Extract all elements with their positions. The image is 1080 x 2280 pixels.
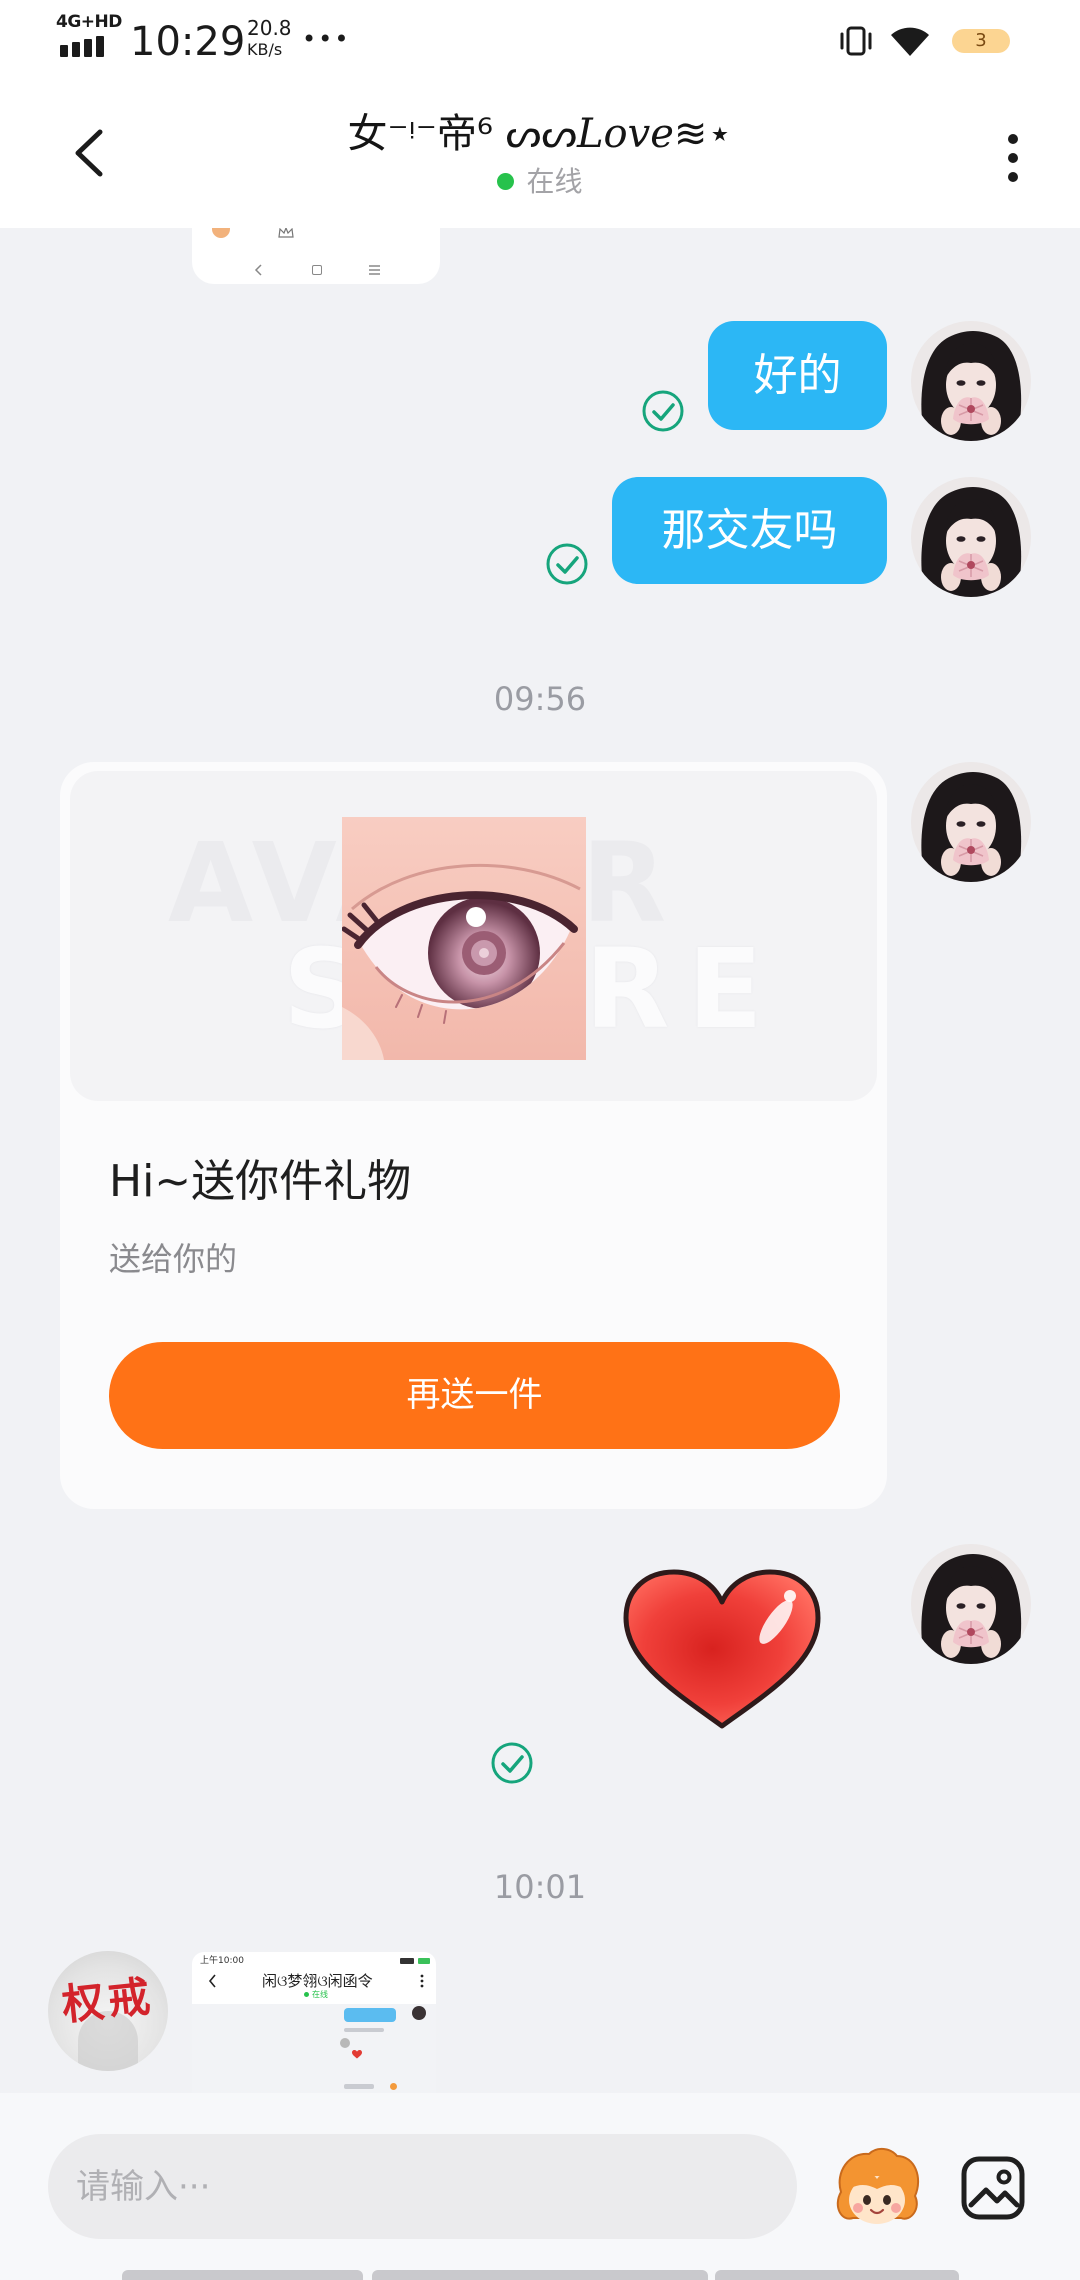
signal-icon xyxy=(60,35,106,57)
top-bar: 4G+HD 10:29 20.8 KB/s ••• 3 女⁻ᵎ⁻帝⁶ ᔕᔕLov… xyxy=(0,0,1080,228)
status-time: 10:29 xyxy=(130,19,246,65)
battery-icon: 3 xyxy=(952,29,1010,53)
preview-avatar xyxy=(412,2006,426,2020)
more-notifications: ••• xyxy=(302,25,351,53)
contact-avatar[interactable]: 权戒 xyxy=(48,1951,168,2071)
message-timestamp: 09:56 xyxy=(493,680,587,718)
menu-nav-icon xyxy=(369,265,380,275)
my-avatar[interactable] xyxy=(911,477,1031,597)
message-input-field[interactable] xyxy=(48,2134,797,2239)
home-nav-icon xyxy=(312,265,322,275)
image-message-partial[interactable] xyxy=(192,228,440,284)
online-dot-icon xyxy=(497,173,515,190)
message-input[interactable] xyxy=(48,2134,797,2239)
preview-online-label: 在线 xyxy=(312,1990,328,1999)
preview-online-status: 在线 xyxy=(304,1990,328,2000)
outgoing-text-bubble[interactable]: 那交友吗 xyxy=(612,477,887,584)
online-status: 在线 xyxy=(0,164,1080,200)
message-timestamp: 10:01 xyxy=(493,1868,587,1906)
preview-status-time: 上午10:00 xyxy=(200,1956,244,1966)
preview-text-line xyxy=(344,2028,384,2032)
read-receipt-check-icon xyxy=(641,389,685,433)
contact-name-script: Love xyxy=(576,111,674,157)
contact-name[interactable]: 女⁻ᵎ⁻帝⁶ ᔕᔕLove≋⋆ xyxy=(0,108,1080,160)
more-vertical-icon[interactable] xyxy=(1005,130,1021,184)
my-avatar[interactable] xyxy=(911,321,1031,441)
vibrate-icon xyxy=(838,25,874,57)
network-speed-value: 20.8 xyxy=(247,16,292,40)
outgoing-text-bubble[interactable]: 好的 xyxy=(708,321,887,430)
gift-eye-image xyxy=(342,817,586,1060)
incoming-image-message[interactable]: 上午10:00 闲ଓ梦翎ଓ闲函令 在线 xyxy=(192,1952,436,2093)
message-composer xyxy=(0,2093,1080,2280)
online-status-label: 在线 xyxy=(526,165,583,198)
chat-screen: 4G+HD 10:29 20.8 KB/s ••• 3 女⁻ᵎ⁻帝⁶ ᔕᔕLov… xyxy=(0,0,1080,2280)
panel-tab[interactable] xyxy=(372,2270,708,2280)
gift-title: Hi~送你件礼物 xyxy=(109,1156,412,1207)
image-icon[interactable] xyxy=(960,2155,1026,2221)
read-receipt-check-icon xyxy=(490,1741,534,1785)
my-avatar[interactable] xyxy=(911,1544,1031,1664)
contact-name-prefix: 女⁻ᵎ⁻帝⁶ ᔕᔕ xyxy=(347,111,577,157)
back-nav-icon xyxy=(254,264,262,276)
preview-avatar xyxy=(340,2038,350,2048)
mascot-emoji-icon[interactable] xyxy=(831,2142,923,2234)
panel-tab[interactable] xyxy=(715,2270,959,2280)
preview-status-icons xyxy=(400,1958,414,1964)
preview-heart-icon xyxy=(352,2050,362,2059)
crown-icon xyxy=(278,228,294,238)
contact-name-suffix: ≋⋆ xyxy=(673,111,733,157)
gift-card[interactable]: AVATAR STORE xyxy=(60,762,887,1509)
panel-tab[interactable] xyxy=(122,2270,363,2280)
preview-back-icon xyxy=(208,1974,216,1988)
gift-subtitle: 送给你的 xyxy=(109,1240,238,1278)
preview-menu-icon xyxy=(420,1974,424,1988)
red-heart-icon[interactable] xyxy=(618,1566,826,1733)
preview-battery-icon xyxy=(418,1958,430,1964)
wifi-icon xyxy=(888,26,932,58)
read-receipt-check-icon xyxy=(545,542,589,586)
preview-text-line xyxy=(344,2084,374,2089)
my-avatar[interactable] xyxy=(911,762,1031,882)
preview-bubble xyxy=(344,2008,396,2022)
gift-image-area: AVATAR STORE xyxy=(70,771,877,1101)
preview-sticker-icon xyxy=(390,2083,397,2090)
network-speed-unit: KB/s xyxy=(247,40,283,59)
avatar-icon xyxy=(212,228,230,238)
preview-chat-area xyxy=(192,2004,436,2093)
network-type: 4G+HD xyxy=(56,12,122,32)
send-another-gift-button[interactable]: 再送一件 xyxy=(109,1342,840,1449)
avatar-calligraphy: 权戒 xyxy=(59,1971,157,2030)
preview-contact-name: 闲ଓ梦翎ଓ闲函令 xyxy=(262,1972,373,1990)
